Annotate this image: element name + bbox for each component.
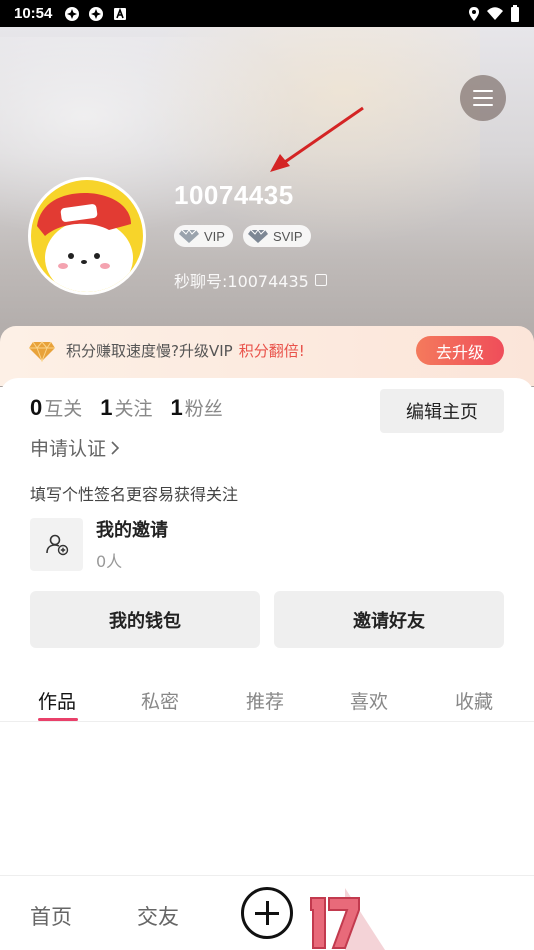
invite-icon-box (30, 517, 83, 571)
menu-icon-line (473, 97, 493, 99)
create-plus-button[interactable] (241, 887, 293, 939)
chevron-right-icon (111, 440, 120, 455)
app-notification-icon (65, 6, 80, 21)
stat-followers[interactable]: 1 粉丝 (171, 394, 223, 421)
add-user-icon (45, 534, 68, 556)
diamond-icon (247, 229, 268, 243)
upgrade-button[interactable]: 去升级 (416, 336, 504, 365)
my-invites[interactable]: 我的邀请 0人 (30, 516, 168, 572)
invite-friends-button[interactable]: 邀请好友 (274, 591, 504, 648)
stats-row: 0 互关 1 关注 1 粉丝 (30, 394, 223, 421)
signature-prompt[interactable]: 填写个性签名更容易获得关注 (30, 481, 238, 505)
avatar-image (31, 180, 143, 292)
status-bar: 10:54 (0, 0, 534, 27)
menu-icon-line (473, 90, 493, 92)
stat-mutual[interactable]: 0 互关 (30, 394, 82, 421)
stat-mutual-count: 0 (30, 395, 43, 420)
tab-likes[interactable]: 喜欢 (350, 687, 388, 714)
content-tabs: 作品 私密 推荐 喜欢 收藏 (0, 682, 534, 722)
a-notification-icon (114, 7, 127, 20)
avatar[interactable] (28, 177, 146, 295)
menu-icon-line (473, 104, 493, 106)
watermark-logo (310, 888, 385, 950)
battery-icon (511, 4, 519, 22)
location-icon (469, 6, 479, 21)
chat-id[interactable]: 秒聊号:10074435 (174, 268, 327, 292)
svip-badge-label: SVIP (272, 228, 303, 244)
chat-id-text: 秒聊号:10074435 (174, 272, 309, 291)
certification-label: 申请认证 (30, 438, 107, 460)
status-time: 10:54 (14, 5, 53, 22)
gem-icon (29, 341, 55, 362)
edit-profile-button[interactable]: 编辑主页 (380, 389, 504, 433)
wifi-icon (487, 6, 503, 20)
svip-badge[interactable]: SVIP (242, 225, 311, 247)
invite-count: 0人 (96, 552, 123, 571)
vip-banner-text: 积分赚取速度慢?升级VIP (66, 342, 233, 360)
status-icons (468, 4, 520, 23)
user-id: 10074435 (174, 180, 294, 210)
tab-recommend[interactable]: 推荐 (246, 687, 284, 714)
vip-banner-highlight: 积分翻倍! (238, 342, 305, 360)
vip-badges: VIP SVIP (174, 225, 311, 247)
stat-followers-count: 1 (170, 395, 183, 420)
stat-following-label: 关注 (114, 398, 153, 420)
invite-title: 我的邀请 (96, 520, 168, 541)
stat-following-count: 1 (100, 395, 113, 420)
app-notification-icon (89, 6, 104, 21)
diamond-icon (179, 229, 199, 243)
vip-badge-label: VIP (204, 228, 225, 244)
my-wallet-button[interactable]: 我的钱包 (30, 591, 260, 648)
stat-mutual-label: 互关 (44, 398, 83, 420)
nav-friends[interactable]: 交友 (137, 901, 179, 931)
copy-icon[interactable] (314, 274, 327, 286)
tab-favorites[interactable]: 收藏 (455, 687, 493, 714)
nav-home[interactable]: 首页 (30, 901, 72, 931)
tab-works[interactable]: 作品 (38, 687, 76, 714)
apply-certification-link[interactable]: 申请认证 (30, 434, 120, 461)
menu-button[interactable] (460, 75, 506, 121)
red-arrow-annotation (270, 106, 364, 172)
active-tab-indicator (38, 718, 78, 721)
tab-private[interactable]: 私密 (141, 687, 179, 714)
vip-badge[interactable]: VIP (174, 225, 233, 247)
stat-following[interactable]: 1 关注 (100, 394, 152, 421)
invite-text: 我的邀请 0人 (96, 516, 168, 572)
stat-followers-label: 粉丝 (184, 398, 223, 420)
